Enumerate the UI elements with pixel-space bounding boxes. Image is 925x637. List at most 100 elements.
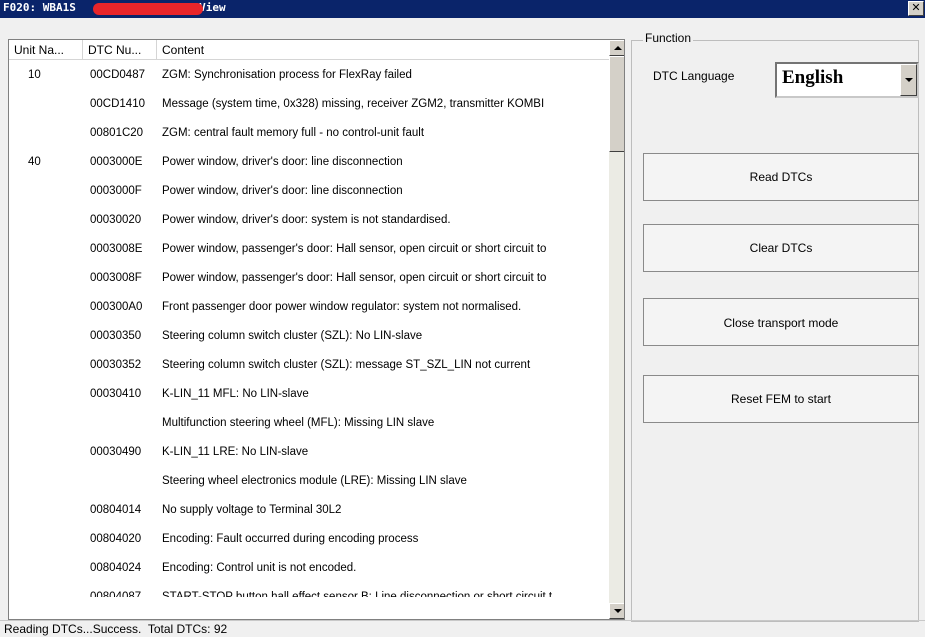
content-cell: Power window, driver's door: system is n…: [162, 214, 451, 226]
content-cell: START-STOP button hall effect sensor B: …: [162, 591, 553, 597]
unit-name-cell: 40: [28, 156, 41, 168]
dtc-language-select[interactable]: English: [775, 62, 919, 98]
dtc-number-cell: 0003000F: [90, 185, 142, 197]
content-cell: Front passenger door power window regula…: [162, 301, 522, 313]
table-row[interactable]: 00CD1410 Message (system time, 0x328) mis…: [9, 90, 609, 119]
unit-name-cell: [28, 235, 88, 264]
unit-name-cell: [28, 264, 88, 293]
content-cell: K-LIN_11 MFL: No LIN-slave: [162, 388, 309, 400]
unit-name-cell: [28, 438, 88, 467]
content-cell: K-LIN_11 LRE: No LIN-slave: [162, 446, 309, 458]
dtc-number-cell: 0003000E: [90, 156, 143, 168]
content-cell: Power window, driver's door: line discon…: [162, 185, 403, 197]
content-cell: Steering wheel electronics module (LRE):…: [162, 475, 467, 487]
content-cell: Encoding: Fault occurred during encoding…: [162, 533, 419, 545]
table-row[interactable]: 0003008F Power window, passenger's door: …: [9, 264, 609, 293]
dtc-list[interactable]: Unit Na... DTC Nu... Content 10 00CD0487 Z…: [8, 39, 625, 620]
content-cell: Multifunction steering wheel (MFL): Miss…: [162, 417, 435, 429]
clear-dtcs-label: Clear DTCs: [749, 241, 813, 255]
unit-name-cell: 10: [28, 69, 41, 81]
column-header-dtc-number[interactable]: DTC Nu...: [83, 40, 157, 60]
content-cell: Power window, passenger's door: Hall sen…: [162, 272, 547, 284]
dtc-number-cell: 00804087: [90, 591, 142, 597]
reset-fem-button[interactable]: Reset FEM to start: [643, 375, 919, 423]
table-row[interactable]: 00804087 START-STOP button hall effect se…: [9, 583, 609, 597]
unit-name-cell: [28, 293, 88, 322]
unit-name-cell: [28, 409, 88, 438]
list-header: Unit Na... DTC Nu... Content: [9, 40, 609, 60]
unit-name-cell: [28, 583, 88, 597]
unit-name-cell: [28, 380, 88, 409]
title-bar: F020: WBA1S s View ✕: [0, 0, 925, 18]
status-bar-text: Reading DTCs...Success. Total DTCs: 92: [4, 622, 228, 636]
content-cell: Steering column switch cluster (SZL): No…: [162, 330, 423, 342]
content-cell: Message (system time, 0x328) missing, re…: [162, 98, 545, 110]
close-button[interactable]: ✕: [908, 1, 924, 16]
unit-name-cell: [28, 90, 88, 119]
content-cell: Encoding: Control unit is not encoded.: [162, 562, 357, 574]
dtc-number-cell: 00CD0487: [90, 69, 145, 81]
column-header-unit-name[interactable]: Unit Na...: [9, 40, 83, 60]
table-row[interactable]: 00030352 Steering column switch cluster (…: [9, 351, 609, 380]
dtc-language-value: English: [782, 67, 844, 88]
arrow-down-icon: [614, 609, 622, 613]
dtc-number-cell: 00030352: [90, 359, 142, 371]
content-cell: Steering column switch cluster (SZL): me…: [162, 359, 531, 371]
read-dtcs-button[interactable]: Read DTCs: [643, 153, 919, 201]
table-row[interactable]: 000300A0 Front passenger door power windo…: [9, 293, 609, 322]
window-title-prefix: F020: WBA1S: [3, 1, 76, 14]
unit-name-cell: [28, 467, 88, 496]
dtc-number-cell: 0003008E: [90, 243, 143, 255]
scroll-down-button[interactable]: [609, 603, 624, 619]
close-transport-mode-label: Close transport mode: [723, 316, 839, 330]
arrow-up-icon: [614, 46, 622, 50]
read-dtcs-label: Read DTCs: [749, 170, 813, 184]
dtc-number-cell: 00801C20: [90, 127, 144, 139]
unit-name-cell: [28, 206, 88, 235]
dtc-number-cell: 00030020: [90, 214, 142, 226]
table-row[interactable]: 00804020 Encoding: Fault occurred during …: [9, 525, 609, 554]
column-header-content[interactable]: Content: [157, 40, 609, 60]
unit-name-cell: [28, 177, 88, 206]
dtc-number-cell: [90, 409, 160, 438]
dtc-number-cell: 00804024: [90, 562, 142, 574]
table-row[interactable]: 00804024 Encoding: Control unit is not en…: [9, 554, 609, 583]
dtc-number-cell: 00804014: [90, 504, 142, 516]
table-row[interactable]: 0003008E Power window, passenger's door: …: [9, 235, 609, 264]
table-row[interactable]: 10 00CD0487 ZGM: Synchronisation process f…: [9, 61, 609, 90]
function-group-label: Function: [643, 31, 694, 45]
unit-name-cell: [28, 119, 88, 148]
content-cell: ZGM: Synchronisation process for FlexRay…: [162, 69, 412, 81]
dtc-number-cell: 00CD1410: [90, 98, 145, 110]
unit-name-cell: [28, 525, 88, 554]
dtc-view-window: F020: WBA1S s View ✕ Unit Na... DTC Nu...…: [0, 0, 925, 637]
table-row[interactable]: 00030020 Power window, driver's door: sys…: [9, 206, 609, 235]
table-row[interactable]: 00804014 No supply voltage to Terminal 30…: [9, 496, 609, 525]
unit-name-cell: [28, 322, 88, 351]
dtc-number-cell: 0003008F: [90, 272, 142, 284]
table-row[interactable]: Multifunction steering wheel (MFL): Miss…: [9, 409, 609, 438]
status-separator: [0, 620, 925, 621]
table-row[interactable]: 00030350 Steering column switch cluster (…: [9, 322, 609, 351]
dtc-language-label: DTC Language: [653, 69, 735, 83]
table-row[interactable]: 00801C20 ZGM: central fault memory full -…: [9, 119, 609, 148]
scroll-thumb[interactable]: [609, 56, 624, 152]
content-cell: Power window, passenger's door: Hall sen…: [162, 243, 547, 255]
table-row[interactable]: 00030490 K-LIN_11 LRE: No LIN-slave: [9, 438, 609, 467]
chevron-down-icon: [905, 78, 913, 82]
vertical-scrollbar[interactable]: [609, 40, 624, 619]
redaction-mark: [93, 3, 203, 15]
dtc-number-cell: [90, 467, 160, 496]
content-cell: Power window, driver's door: line discon…: [162, 156, 403, 168]
table-row[interactable]: 00030410 K-LIN_11 MFL: No LIN-slave: [9, 380, 609, 409]
dropdown-button[interactable]: [900, 64, 917, 96]
content-cell: ZGM: central fault memory full - no cont…: [162, 127, 425, 139]
close-transport-mode-button[interactable]: Close transport mode: [643, 298, 919, 346]
clear-dtcs-button[interactable]: Clear DTCs: [643, 224, 919, 272]
reset-fem-label: Reset FEM to start: [730, 392, 832, 406]
table-row[interactable]: Steering wheel electronics module (LRE):…: [9, 467, 609, 496]
unit-name-cell: [28, 351, 88, 380]
table-row[interactable]: 40 0003000E Power window, driver's door: l…: [9, 148, 609, 177]
table-row[interactable]: 0003000F Power window, driver's door: lin…: [9, 177, 609, 206]
scroll-up-button[interactable]: [609, 40, 624, 56]
